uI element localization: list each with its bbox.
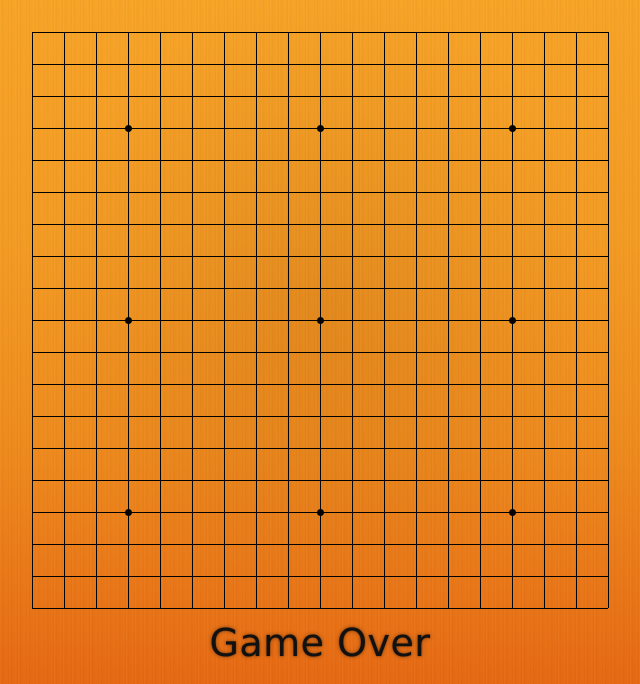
star-point: [125, 317, 132, 324]
star-point: [509, 509, 516, 516]
star-point: [509, 317, 516, 324]
go-board[interactable]: [0, 0, 640, 616]
star-point: [125, 125, 132, 132]
game-status-text: Game Over: [209, 621, 431, 665]
star-point: [125, 509, 132, 516]
go-game-window: Game Over: [0, 0, 640, 684]
star-point: [317, 509, 324, 516]
star-point: [509, 125, 516, 132]
star-point: [317, 317, 324, 324]
star-point: [317, 125, 324, 132]
